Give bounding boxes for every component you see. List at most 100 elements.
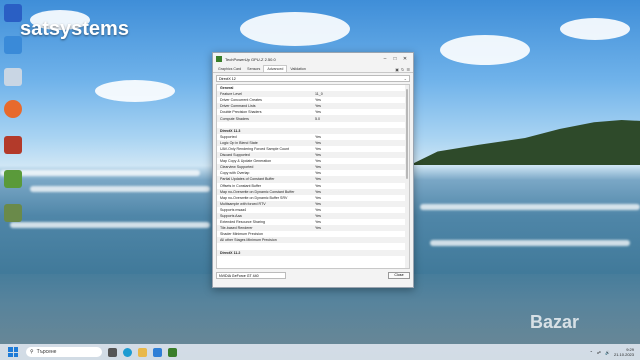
search-box[interactable]: ⚲ Търсене	[26, 347, 102, 357]
recycle-bin-icon[interactable]	[4, 68, 22, 86]
desktop-icon[interactable]	[4, 36, 22, 54]
property-value: Yes	[315, 153, 321, 158]
property-name: Logic Op in Blend State	[220, 140, 258, 145]
cloud	[95, 80, 175, 102]
tab-validation[interactable]: Validation	[287, 66, 309, 72]
wave	[420, 204, 640, 210]
search-icon: ⚲	[30, 349, 34, 355]
edge-icon[interactable]	[123, 347, 132, 357]
app-icon[interactable]	[4, 204, 22, 222]
network-icon[interactable]: ☍	[597, 350, 601, 355]
gpuz-taskbar-icon[interactable]	[168, 347, 177, 357]
category-select[interactable]: DirectX 12 ⌄	[216, 75, 410, 82]
windows-start-icon[interactable]	[8, 347, 18, 357]
file-explorer-icon[interactable]	[138, 347, 147, 357]
gpu-select[interactable]: NVIDIA GeForce GT 440	[216, 272, 286, 279]
property-value: Yes	[315, 134, 321, 139]
property-name: DirectX 11.3	[220, 128, 241, 133]
category-select-value: DirectX 12	[219, 77, 236, 81]
property-value: Yes	[315, 98, 321, 103]
close-button[interactable]: Close	[388, 272, 410, 279]
cloud	[560, 18, 630, 40]
property-name: UAV-Only Rendering Forced Sample Count	[220, 146, 290, 151]
property-name: Map Copy & Update Generation	[220, 159, 272, 164]
properties-table: General Feature Level 11_0 Driver Concurren…	[216, 84, 410, 269]
property-name: Double Precision Shaders	[220, 110, 262, 115]
property-value: Yes	[315, 226, 321, 231]
property-name: Copy with Overlap	[220, 171, 250, 176]
app-icon[interactable]	[4, 170, 22, 188]
property-name: General	[220, 86, 234, 91]
scrollbar-thumb[interactable]	[406, 89, 408, 179]
volume-icon[interactable]: 🔊	[605, 350, 610, 355]
gpuz-window: TechPowerUp GPU-Z 2.50.0 – □ ✕ Graphics …	[212, 52, 414, 288]
property-value: Yes	[315, 171, 321, 176]
maximize-button[interactable]: □	[390, 56, 400, 62]
desktop-icon[interactable]	[4, 4, 22, 22]
cloud	[240, 12, 350, 46]
property-value: Yes	[315, 201, 321, 206]
property-name: Tile-based Renderer	[220, 226, 253, 231]
clock[interactable]: 9:29 21.10.2023	[614, 347, 634, 357]
app-icon[interactable]	[4, 136, 22, 154]
chevron-down-icon: ⌄	[403, 76, 407, 81]
window-title: TechPowerUp GPU-Z 2.50.0	[225, 56, 276, 62]
watermark-brand: satsystems	[20, 18, 129, 40]
app-icon	[216, 56, 222, 62]
tab-bar: Graphics Card Sensors Advanced Validatio…	[213, 65, 413, 73]
property-value: Yes	[315, 207, 321, 212]
property-value: Yes	[315, 177, 321, 182]
camera-icon[interactable]: ▣	[395, 67, 399, 72]
scrollbar[interactable]	[405, 85, 409, 268]
property-name: Map no-Overwrite on Dynamic Constant Buf…	[220, 189, 295, 194]
tab-sensors[interactable]: Sensors	[244, 66, 263, 72]
task-view-icon[interactable]	[108, 347, 117, 357]
property-name: Feature Level	[220, 92, 242, 97]
clock-date: 21.10.2023	[613, 352, 634, 357]
store-icon[interactable]	[153, 347, 162, 357]
refresh-icon[interactable]: ↻	[401, 67, 404, 72]
property-value: Yes	[315, 159, 321, 164]
island	[410, 120, 640, 165]
search-placeholder: Търсене	[36, 349, 57, 355]
property-value: 5.0	[315, 116, 320, 121]
property-name: Supported	[220, 134, 237, 139]
tab-advanced[interactable]: Advanced	[263, 65, 288, 72]
browser-icon[interactable]	[4, 100, 22, 118]
property-name: Partial Updates of Constant Buffer	[220, 177, 275, 182]
wave	[10, 222, 210, 228]
property-value: Yes	[315, 183, 321, 188]
chevron-up-icon[interactable]: ⌃	[590, 350, 593, 355]
property-name: DirectX 11.2	[220, 250, 241, 255]
title-bar: TechPowerUp GPU-Z 2.50.0 – □ ✕	[213, 53, 413, 65]
minimize-button[interactable]: –	[380, 56, 390, 62]
property-name: Shader Minimum Precision	[220, 232, 263, 237]
property-value: Yes	[315, 165, 321, 170]
property-value: Yes	[315, 214, 321, 219]
taskbar: ⚲ Търсене ⌃ ☍ 🔊 9:29 21.10.2023	[0, 344, 640, 360]
property-value: Yes	[315, 104, 321, 109]
property-name: Clearview Supported	[220, 165, 254, 170]
wave	[0, 170, 200, 176]
property-name: Supports msaa4	[220, 207, 247, 212]
window-footer: NVIDIA GeForce GT 440 Close	[216, 272, 410, 279]
property-name: Multisample with forced RTV	[220, 201, 266, 206]
property-name: Map no-Overwrite on Dynamic Buffer SRV	[220, 195, 288, 200]
tab-graphics-card[interactable]: Graphics Card	[215, 66, 244, 72]
wave	[430, 240, 630, 246]
property-value: Yes	[315, 146, 321, 151]
close-window-button[interactable]: ✕	[400, 56, 410, 62]
property-value: Yes	[315, 140, 321, 145]
property-value: Yes	[315, 220, 321, 225]
property-name: Driver Command Lists	[220, 104, 256, 109]
property-name: Discard Supported	[220, 153, 250, 158]
property-value: 11_0	[315, 92, 323, 97]
menu-icon[interactable]: ☰	[406, 67, 410, 72]
table-section-header: DirectX 11.2	[217, 249, 409, 256]
property-name: Extended Resource Sharing	[220, 220, 265, 225]
system-tray: ⌃ ☍ 🔊 9:29 21.10.2023	[590, 347, 640, 357]
cloud	[440, 35, 530, 65]
property-value: Yes	[315, 195, 321, 200]
watermark-bazar: Bazar	[530, 312, 580, 332]
property-name: Driver Concurrent Creates	[220, 98, 262, 103]
